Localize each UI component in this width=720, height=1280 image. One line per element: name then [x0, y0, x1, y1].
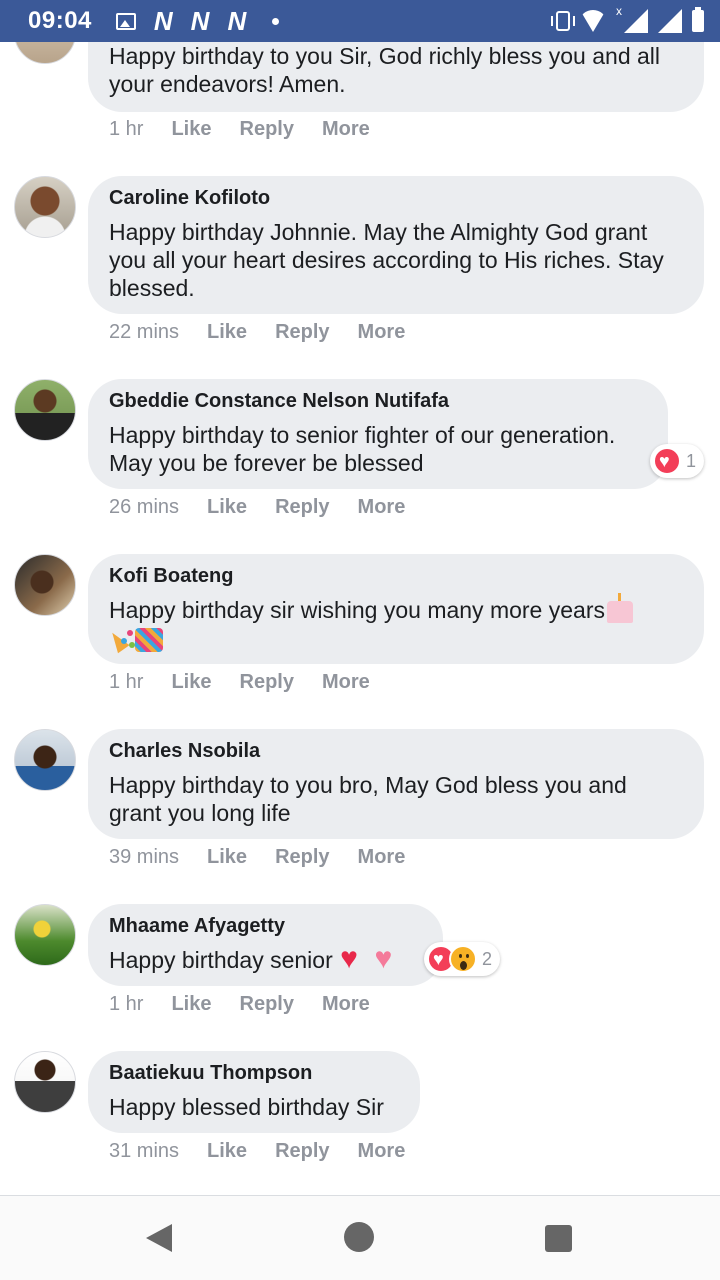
comment-actions: 39 mins Like Reply More — [109, 846, 405, 869]
comment-text: Happy birthday to you Sir, God richly bl… — [109, 43, 661, 97]
comment-actions: 26 mins Like Reply More — [109, 496, 405, 519]
network-n-icon: N — [190, 5, 210, 36]
like-button[interactable]: Like — [171, 118, 211, 141]
comment-author[interactable]: Gbeddie Constance Nelson Nutifafa — [109, 389, 648, 413]
status-time: 09:04 — [28, 7, 92, 34]
signal-icon — [624, 9, 648, 33]
more-button[interactable]: More — [322, 993, 370, 1016]
reply-button[interactable]: Reply — [275, 1140, 329, 1163]
comment-actions: 1 hr Like Reply More — [109, 671, 370, 694]
status-bar: 09:04 N N N x — [0, 0, 720, 42]
recent-apps-icon[interactable] — [545, 1225, 572, 1252]
wow-reaction-icon — [449, 945, 477, 973]
reaction-summary[interactable]: 1 — [650, 444, 705, 478]
comment-actions: 1 hr Like Reply More — [109, 993, 370, 1016]
signal-icon — [658, 9, 682, 33]
reply-button[interactable]: Reply — [275, 846, 329, 869]
more-button[interactable]: More — [322, 671, 370, 694]
comment-text: Happy birthday sir wishing you many more… — [109, 592, 679, 652]
home-icon[interactable] — [344, 1222, 374, 1252]
like-button[interactable]: Like — [207, 1140, 247, 1163]
comment-author[interactable]: Kofi Boateng — [109, 564, 684, 588]
avatar[interactable] — [14, 379, 76, 441]
comment-time[interactable]: 22 mins — [109, 321, 179, 344]
battery-icon — [692, 7, 704, 32]
comment-text: Happy birthday Johnnie. May the Almighty… — [109, 219, 664, 301]
comment-bubble[interactable]: Mhaame Afyagetty Happy birthday senior — [88, 904, 443, 986]
reply-button[interactable]: Reply — [275, 496, 329, 519]
reply-button[interactable]: Reply — [240, 993, 294, 1016]
notification-dot — [272, 17, 280, 25]
comment-author[interactable]: Mhaame Afyagetty — [109, 914, 423, 938]
comment-time[interactable]: 39 mins — [109, 846, 179, 869]
back-icon[interactable] — [146, 1224, 172, 1252]
pink-heart-emoji — [374, 945, 402, 975]
avatar[interactable] — [14, 554, 76, 616]
comment-text: Happy birthday senior — [109, 945, 423, 975]
avatar[interactable] — [14, 904, 76, 966]
image-icon — [115, 12, 136, 30]
comment-time[interactable]: 1 hr — [109, 118, 143, 141]
comment-text-body: Happy birthday sir wishing you many more… — [109, 597, 605, 623]
comment-actions: 1 hr Like Reply More — [109, 118, 370, 141]
avatar[interactable] — [14, 729, 76, 791]
more-button[interactable]: More — [358, 846, 406, 869]
vibrate-icon — [551, 11, 575, 31]
more-button[interactable]: More — [358, 1140, 406, 1163]
comment-time[interactable]: 1 hr — [109, 993, 143, 1016]
comment-text: Happy blessed birthday Sir — [109, 1094, 384, 1120]
navigation-bar — [0, 1196, 720, 1280]
comment-bubble[interactable]: Caroline Kofiloto Happy birthday Johnnie… — [88, 176, 704, 314]
reaction-count: 2 — [482, 948, 493, 969]
comment-author[interactable]: Charles Nsobila — [109, 739, 684, 763]
comment-actions: 22 mins Like Reply More — [109, 321, 405, 344]
like-button[interactable]: Like — [171, 671, 211, 694]
wifi-icon — [580, 10, 606, 32]
comment-text: Happy birthday to you bro, May God bless… — [109, 772, 627, 826]
network-n-icon: N — [153, 5, 173, 36]
like-button[interactable]: Like — [171, 993, 211, 1016]
reply-button[interactable]: Reply — [240, 118, 294, 141]
avatar[interactable] — [14, 1051, 76, 1113]
birthday-cake-emoji — [606, 592, 633, 623]
reply-button[interactable]: Reply — [240, 671, 294, 694]
comment-time[interactable]: 1 hr — [109, 671, 143, 694]
avatar[interactable] — [14, 176, 76, 238]
reaction-count: 1 — [686, 450, 697, 471]
more-button[interactable]: More — [322, 118, 370, 141]
more-button[interactable]: More — [358, 321, 406, 344]
comment-bubble[interactable]: Gbeddie Constance Nelson Nutifafa Happy … — [88, 379, 668, 489]
beating-heart-emoji — [339, 945, 367, 975]
reaction-summary[interactable]: 2 — [424, 942, 501, 976]
like-button[interactable]: Like — [207, 846, 247, 869]
comment-time[interactable]: 26 mins — [109, 496, 179, 519]
comment-bubble[interactable]: Baatiekuu Thompson Happy blessed birthda… — [88, 1051, 420, 1133]
comment-actions: 31 mins Like Reply More — [109, 1140, 405, 1163]
comment-text: Happy birthday to senior fighter of our … — [109, 422, 616, 476]
confetti-emoji — [135, 627, 163, 652]
screen: 09:04 N N N x Happy birthday to you Sir,… — [0, 0, 720, 1280]
like-button[interactable]: Like — [207, 321, 247, 344]
comment-time[interactable]: 31 mins — [109, 1140, 179, 1163]
more-button[interactable]: More — [358, 496, 406, 519]
network-n-icon: N — [227, 5, 247, 36]
party-popper-emoji — [109, 628, 135, 652]
comment-author[interactable]: Baatiekuu Thompson — [109, 1061, 400, 1085]
comment-bubble[interactable]: Charles Nsobila Happy birthday to you br… — [88, 729, 704, 839]
no-data-mark: x — [616, 4, 622, 18]
heart-reaction-icon — [653, 447, 681, 475]
comment-bubble[interactable]: Kofi Boateng Happy birthday sir wishing … — [88, 554, 704, 664]
like-button[interactable]: Like — [207, 496, 247, 519]
comment-author[interactable]: Caroline Kofiloto — [109, 186, 684, 210]
comment-text-body: Happy birthday senior — [109, 947, 333, 973]
reply-button[interactable]: Reply — [275, 321, 329, 344]
